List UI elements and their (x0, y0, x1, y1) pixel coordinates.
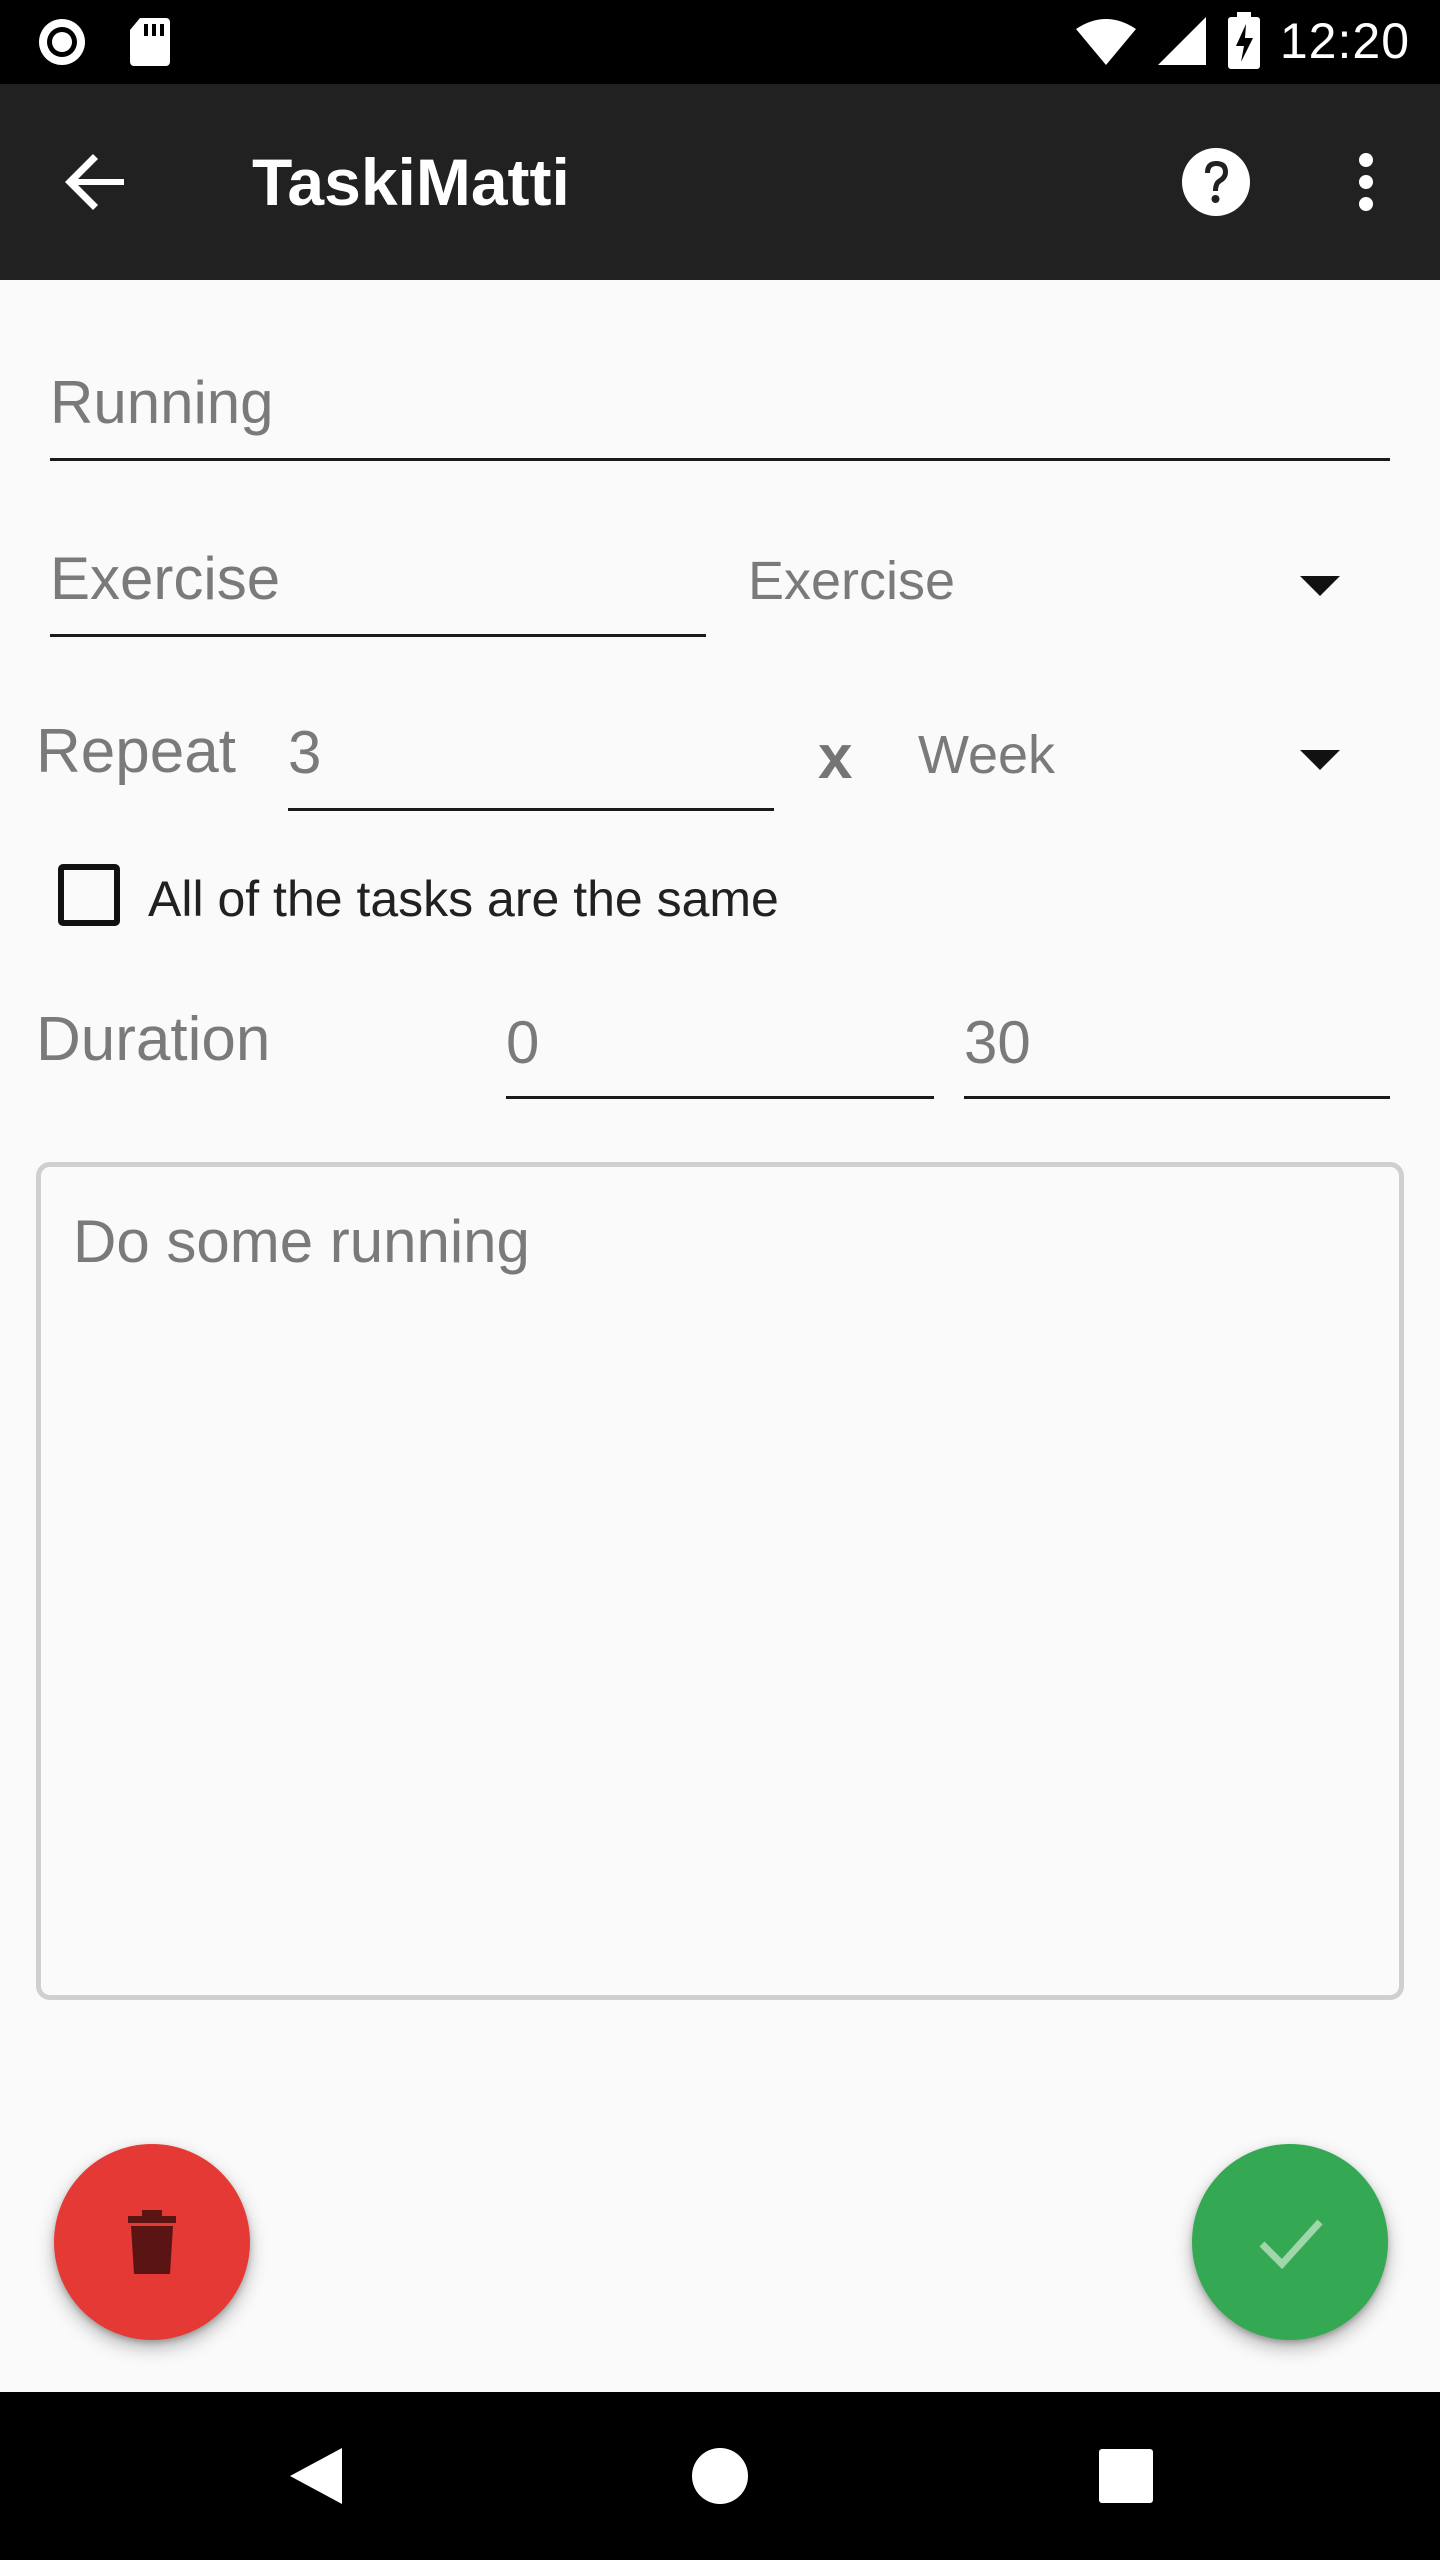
more-vert-icon[interactable] (1330, 146, 1402, 218)
duration-minutes-value: 30 (964, 1009, 1031, 1076)
description-value: Do some running (73, 1208, 530, 1275)
repeat-count-input[interactable]: 3 (288, 710, 774, 811)
app-bar: TaskiMatti (0, 84, 1440, 280)
period-dropdown[interactable]: Week (918, 716, 1360, 806)
same-tasks-label: All of the tasks are the same (148, 871, 779, 927)
nav-recents-icon[interactable] (1086, 2436, 1166, 2516)
duration-hours-input[interactable]: 0 (506, 1000, 934, 1100)
same-tasks-checkbox[interactable] (58, 864, 120, 926)
wifi-icon (1075, 19, 1136, 65)
repeat-label: Repeat (36, 717, 236, 786)
sd-card-icon (130, 18, 170, 66)
category-dropdown-value: Exercise (748, 551, 956, 611)
status-bar: 12:20 (0, 0, 1440, 84)
save-button[interactable] (1192, 2144, 1388, 2340)
period-dropdown-value: Week (918, 725, 1056, 785)
dropdown-arrow-icon (1300, 750, 1340, 770)
trash-icon (128, 2210, 176, 2274)
category-dropdown[interactable]: Exercise (748, 540, 1360, 630)
dropdown-arrow-icon (1300, 576, 1340, 596)
navigation-bar (0, 2392, 1440, 2560)
task-name-underline (50, 458, 1390, 461)
nav-home-icon[interactable] (680, 2436, 760, 2516)
duration-minutes-input[interactable]: 30 (964, 1000, 1390, 1100)
delete-button[interactable] (54, 2144, 250, 2340)
clock: 12:20 (1279, 13, 1410, 69)
battery-charging-icon (1227, 12, 1260, 69)
record-icon (39, 19, 85, 65)
app-title: TaskiMatti (252, 145, 570, 219)
duration-hours-value: 0 (506, 1009, 540, 1076)
task-name-value: Running (50, 369, 274, 436)
category-underline (50, 634, 706, 637)
duration-hours-underline (506, 1096, 934, 1099)
duration-minutes-underline (964, 1096, 1390, 1099)
repeat-count-underline (288, 808, 774, 811)
repeat-count-value: 3 (288, 719, 322, 786)
category-input[interactable]: Exercise (50, 536, 706, 637)
duration-label: Duration (36, 1005, 271, 1074)
description-textarea[interactable]: Do some running (36, 1162, 1404, 2000)
nav-back-icon[interactable] (276, 2436, 356, 2516)
category-value: Exercise (50, 545, 281, 612)
arrow-back-icon[interactable] (60, 146, 132, 218)
task-name-input[interactable]: Running (50, 360, 1390, 461)
signal-icon (1157, 17, 1206, 65)
help-icon[interactable] (1180, 146, 1252, 218)
times-symbol: x (818, 723, 853, 792)
check-icon (1259, 2219, 1323, 2270)
